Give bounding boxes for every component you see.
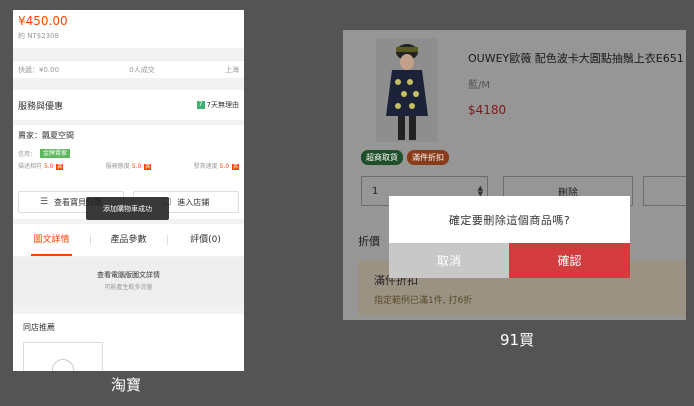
rating-service: 服務態度 5.0 高 [105, 161, 152, 170]
desktop-desc-link[interactable]: 查看電腦版圖文詳情 可能產生較多流量 [13, 257, 244, 305]
product-spec: 藍/M [468, 80, 490, 91]
rating-badge: 高 [144, 164, 152, 170]
caption-91: 91買 [500, 331, 535, 349]
rating-value: 5.0 [219, 163, 230, 170]
tab-specs[interactable]: 產品參數 [90, 224, 167, 256]
return-text: 7天無理由 [206, 101, 239, 109]
discount-heading: 折價 [358, 235, 380, 248]
extra-button[interactable] [643, 176, 686, 206]
rating-value: 5.0 [131, 163, 142, 170]
recommend-title: 同店推薦 [23, 323, 55, 332]
rating-label: 描述相符 [18, 163, 43, 170]
location: 上海 [224, 65, 239, 74]
price-approx: 約 NT$2308 [18, 32, 60, 40]
service-title: 服務與優惠 [18, 101, 64, 112]
product-title[interactable]: OUWEY歐薇 配色波卡大圓點抽鬚上衣E651 [468, 50, 684, 66]
store-ratings: 描述相符 5.0 高 服務態度 5.0 高 發貨速度 5.0 高 [18, 161, 239, 170]
return-policy: 7 7天無理由 [196, 100, 239, 110]
confirm-button[interactable]: 確認 [509, 243, 630, 278]
desc-main: 查看電腦版圖文詳情 [97, 271, 160, 279]
credit-label: 信用： [18, 151, 37, 158]
return-badge-icon: 7 [196, 101, 205, 109]
tag-store-pickup: 超商取貨 [361, 150, 403, 165]
sold-count: 0人成交 [129, 65, 155, 74]
price: ¥450.00 [18, 14, 68, 28]
dialog-message: 確定要刪除這個商品嗎? [448, 213, 571, 227]
list-icon: ☰ [39, 197, 49, 207]
recommend-section: 同店推薦 [13, 314, 244, 371]
rating-badge: 高 [231, 164, 239, 170]
caption-taobao: 淘寶 [111, 376, 142, 394]
store-name[interactable]: 賣家：飄夏空間 [18, 130, 239, 142]
tab-details[interactable]: 圖文詳情 [13, 224, 90, 256]
recommend-item[interactable] [23, 342, 103, 371]
rating-description: 描述相符 5.0 高 [18, 161, 64, 170]
rating-badge: 高 [56, 164, 64, 170]
product-image[interactable] [376, 38, 438, 142]
rating-label: 發貨速度 [193, 163, 218, 170]
store-credit: 信用： 金牌賣家 [18, 149, 239, 158]
confirm-dialog: 確定要刪除這個商品嗎? 取消 確認 [389, 196, 630, 278]
shipping-row: 快遞：¥0.00 0人成交 上海 [13, 60, 244, 78]
toast-message: 添加購物車成功 [86, 197, 169, 220]
rating-label: 服務態度 [105, 163, 130, 170]
tag-bulk-discount: 滿件折扣 [407, 150, 449, 165]
cancel-button[interactable]: 取消 [389, 243, 509, 278]
rating-shipping: 發貨速度 5.0 高 [194, 161, 239, 170]
desc-sub: 可能產生較多流量 [104, 284, 153, 291]
quantity-value: 1 [372, 185, 379, 197]
price-block: ¥450.00 約 NT$2308 [13, 10, 244, 48]
enter-store-label: 進入店鋪 [177, 197, 210, 207]
product-tags: 超商取貨 滿件折扣 [361, 150, 449, 165]
product-price: $4180 [468, 103, 507, 117]
promo-sub: 指定範例已滿1件, 打6折 [374, 296, 473, 306]
placeholder-logo-icon [52, 359, 74, 371]
service-row[interactable]: 服務與優惠 7 7天無理由 [13, 90, 244, 120]
tab-reviews[interactable]: 評價(0) [167, 224, 244, 256]
certified-badge: 金牌賣家 [40, 149, 71, 158]
shipping-fee: 快遞：¥0.00 [18, 65, 60, 74]
detail-tabs: 圖文詳情 產品參數 評價(0) [13, 224, 244, 256]
dialog-buttons: 取消 確認 [389, 243, 630, 278]
rating-value: 5.0 [43, 163, 54, 170]
taobao-screen: ¥450.00 約 NT$2308 快遞：¥0.00 0人成交 上海 服務與優惠… [13, 10, 244, 371]
